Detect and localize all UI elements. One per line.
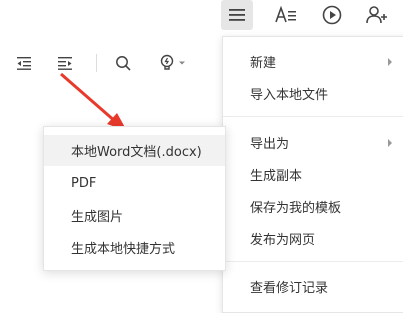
menu-item-label: 查看修订记录 — [250, 281, 329, 296]
top-toolbar — [220, 0, 403, 32]
file-menu: 新建 导入本地文件 导出为 生成副本 保存为我的模板 发布为网页 查看修订记录 — [222, 36, 403, 313]
menu-item-label: PDF — [71, 176, 97, 191]
export-submenu: 本地Word文档(.docx) PDF 生成图片 生成本地快捷方式 — [43, 126, 226, 271]
menu-icon — [229, 9, 245, 21]
menu-item-label: 生成副本 — [250, 169, 303, 184]
menu-item-export[interactable]: 导出为 — [223, 127, 403, 158]
indent-button[interactable] — [54, 48, 76, 78]
indent-icon — [58, 57, 72, 70]
menu-divider — [223, 116, 403, 117]
insight-button[interactable] — [155, 48, 189, 78]
menu-item-label: 发布为网页 — [250, 233, 316, 248]
export-pdf-item[interactable]: PDF — [44, 168, 225, 199]
lightbulb-icon — [160, 54, 173, 70]
menu-item-new[interactable]: 新建 — [223, 46, 403, 77]
menu-item-label: 生成图片 — [71, 210, 124, 225]
outdent-button[interactable] — [13, 48, 35, 78]
submenu-arrow-icon — [388, 57, 392, 66]
menu-item-label: 新建 — [250, 56, 277, 71]
menu-item-label: 导出为 — [250, 137, 290, 152]
menu-item-label: 生成本地快捷方式 — [71, 242, 176, 257]
menu-item-revision-history[interactable]: 查看修订记录 — [223, 271, 403, 302]
menu-item-label: 保存为我的模板 — [250, 201, 342, 216]
menu-item-publish-web[interactable]: 发布为网页 — [223, 223, 403, 254]
text-format-button[interactable] — [270, 0, 302, 30]
menu-item-import[interactable]: 导入本地文件 — [223, 78, 403, 109]
menu-item-label: 导入本地文件 — [250, 88, 329, 103]
search-icon — [116, 56, 131, 71]
toolbar-divider — [96, 54, 97, 72]
chevron-down-icon — [178, 61, 185, 65]
menu-button[interactable] — [221, 0, 253, 30]
export-shortcut-item[interactable]: 生成本地快捷方式 — [44, 232, 225, 263]
export-word-item[interactable]: 本地Word文档(.docx) — [44, 135, 225, 166]
outdent-icon — [17, 57, 31, 70]
text-format-icon — [275, 6, 296, 23]
add-user-icon — [366, 6, 387, 24]
menu-divider — [223, 261, 403, 262]
menu-item-duplicate[interactable]: 生成副本 — [223, 159, 403, 190]
export-image-item[interactable]: 生成图片 — [44, 200, 225, 231]
play-icon — [322, 5, 342, 25]
menu-item-save-template[interactable]: 保存为我的模板 — [223, 191, 403, 222]
doc-toolbar — [0, 48, 220, 78]
submenu-arrow-icon — [388, 138, 392, 147]
add-collaborator-button[interactable] — [361, 0, 393, 30]
menu-item-label: 本地Word文档(.docx) — [71, 145, 202, 160]
present-button[interactable] — [316, 0, 348, 30]
app-canvas: 新建 导入本地文件 导出为 生成副本 保存为我的模板 发布为网页 查看修订记录 … — [0, 0, 403, 313]
search-button[interactable] — [112, 48, 134, 78]
